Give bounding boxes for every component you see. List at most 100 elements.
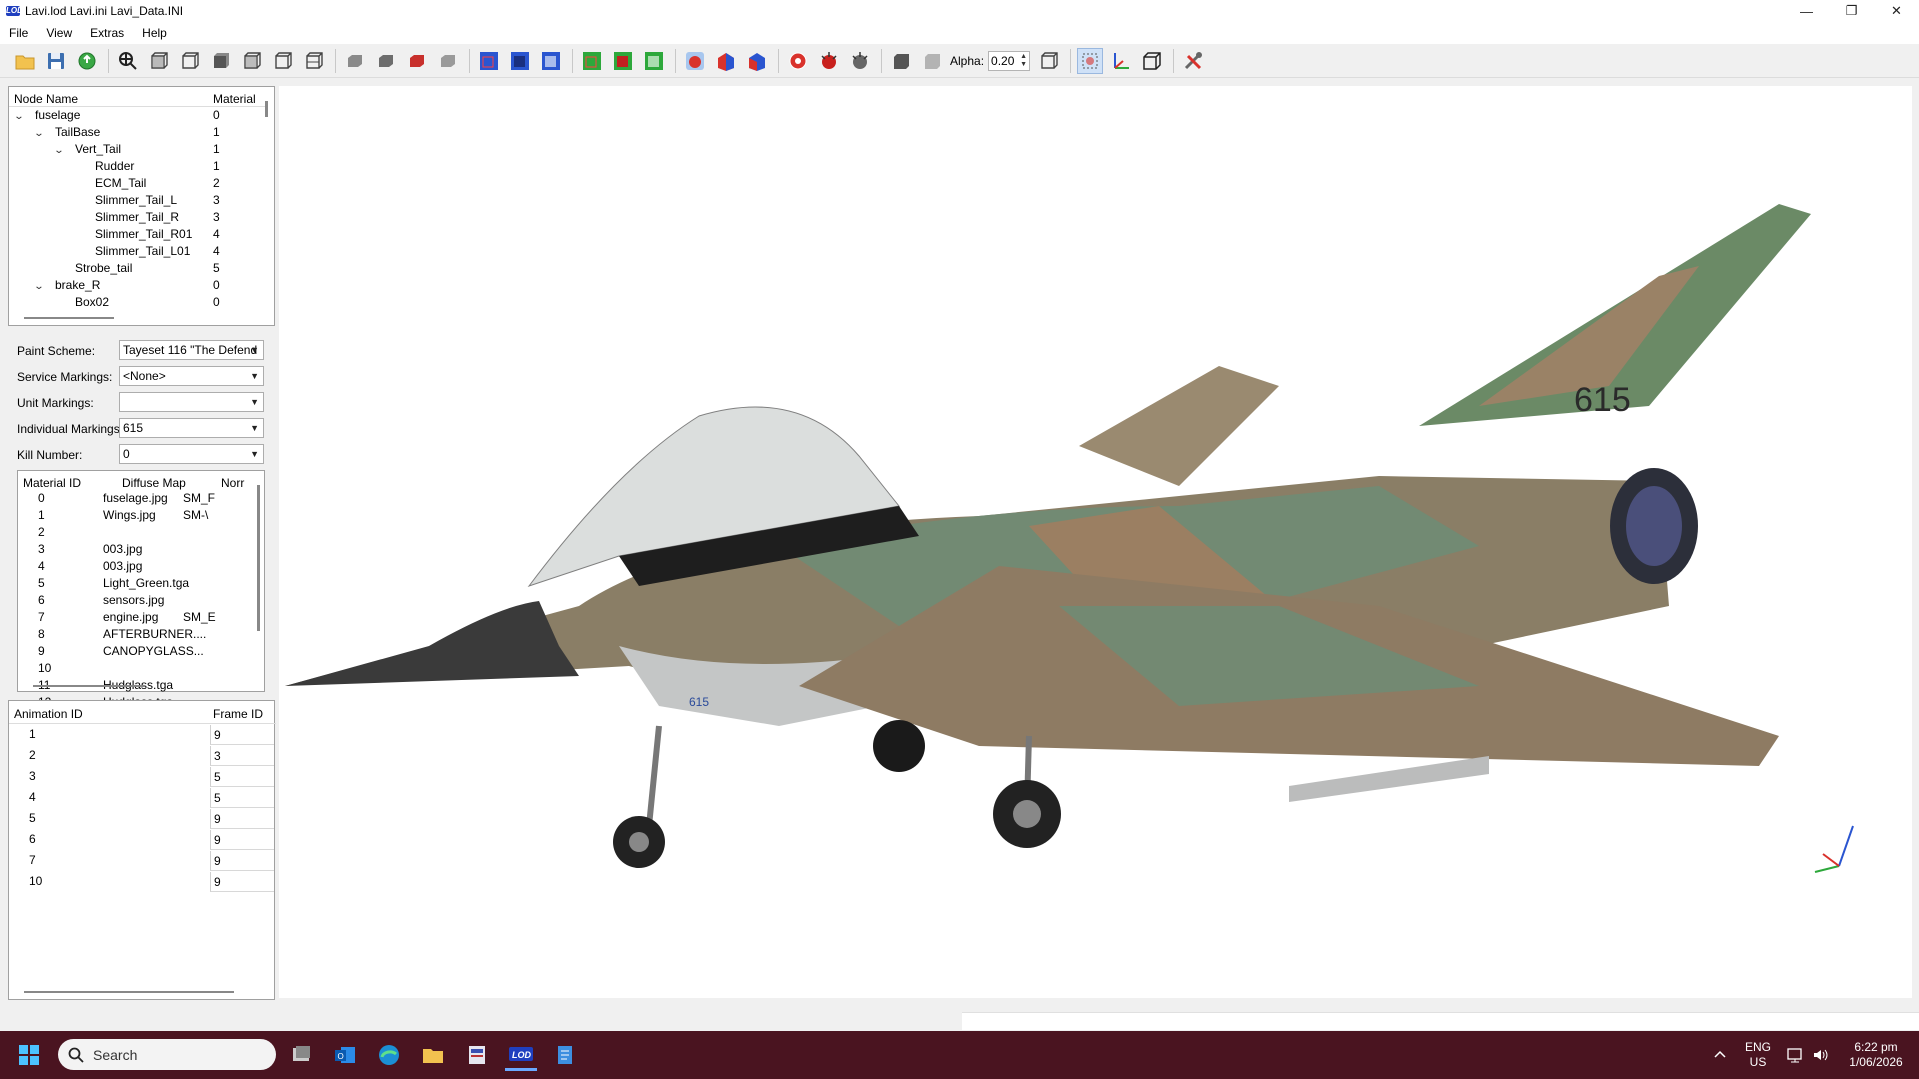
reload-button[interactable] (74, 48, 100, 74)
menu-help[interactable]: Help (133, 26, 176, 40)
frame-id-field[interactable]: 9 (210, 809, 274, 829)
shade-2-button[interactable] (373, 48, 399, 74)
diffuse-map-cell[interactable]: CANOPYGLASS... (103, 643, 204, 660)
tree-node[interactable]: Rudder (75, 158, 134, 175)
diffuse-map-cell[interactable]: Light_Green.tga (103, 575, 189, 592)
edge-button[interactable] (373, 1039, 405, 1071)
tree-node[interactable]: Strobe_tail (55, 260, 132, 277)
view-box-2-button[interactable] (177, 48, 203, 74)
blue-view-3-button[interactable] (538, 48, 564, 74)
individual-markings-select[interactable]: 615 ▼ (119, 418, 264, 438)
green-view-1-button[interactable] (579, 48, 605, 74)
tree-node[interactable]: ⌄ fuselage (14, 107, 81, 125)
menu-file[interactable]: File (0, 26, 37, 40)
transparent-box-button[interactable] (919, 48, 945, 74)
volume-icon[interactable] (1812, 1047, 1830, 1063)
tree-node[interactable]: Slimmer_Tail_L (75, 192, 177, 209)
tree-node[interactable]: ⌄ TailBase (34, 124, 101, 142)
frame-id-field[interactable]: 3 (210, 746, 274, 766)
menu-view[interactable]: View (37, 26, 81, 40)
material-id-cell[interactable]: 6 (38, 592, 45, 609)
unit-markings-select[interactable]: ▼ (119, 392, 264, 412)
material-id-cell[interactable]: 2 (38, 524, 45, 541)
axes-button[interactable] (1108, 48, 1134, 74)
paint-scheme-select[interactable]: Tayeset 116 "The Defend ▼ (119, 340, 264, 360)
animation-horizontal-scrollbar[interactable] (24, 991, 234, 993)
material-id-cell[interactable]: 4 (38, 558, 45, 575)
frame-id-header[interactable]: Frame ID (213, 707, 263, 721)
chevron-down-icon[interactable]: ⌄ (54, 142, 67, 159)
frame-id-field[interactable]: 9 (210, 872, 274, 892)
light-2-button[interactable] (816, 48, 842, 74)
diffuse-map-cell[interactable]: Wings.jpg (103, 507, 156, 524)
notepad-button[interactable] (549, 1039, 581, 1071)
tree-node[interactable]: ⌄ Vert_Tail (54, 141, 122, 159)
settings-tools-button[interactable] (1180, 48, 1206, 74)
chevron-down-icon[interactable]: ⌄ (34, 278, 47, 295)
shade-4-button[interactable] (435, 48, 461, 74)
3d-viewport[interactable]: 615 615 (279, 86, 1912, 998)
diffuse-map-cell[interactable]: 003.jpg (103, 541, 142, 558)
frame-id-field[interactable]: 9 (210, 830, 274, 850)
normal-map-cell[interactable]: SM-\ (183, 507, 208, 524)
green-view-3-button[interactable] (641, 48, 667, 74)
chevron-down-icon[interactable]: ⌄ (14, 108, 27, 125)
view-box-3-button[interactable] (208, 48, 234, 74)
materials-vertical-scrollbar[interactable] (257, 485, 260, 631)
green-view-2-button[interactable] (610, 48, 636, 74)
shade-3-button[interactable] (404, 48, 430, 74)
tree-node[interactable]: Box02 (55, 294, 109, 311)
material-id-cell[interactable]: 5 (38, 575, 45, 592)
restore-button[interactable]: ❐ (1829, 0, 1874, 22)
app-window-button[interactable] (461, 1039, 493, 1071)
blue-view-2-button[interactable] (507, 48, 533, 74)
clock[interactable]: 6:22 pm 1/06/2026 (1840, 1040, 1912, 1070)
view-box-1-button[interactable] (146, 48, 172, 74)
tree-vertical-scrollbar[interactable] (265, 101, 268, 117)
light-3-button[interactable] (847, 48, 873, 74)
minimize-button[interactable]: — (1784, 0, 1829, 22)
chevron-down-icon[interactable]: ⌄ (34, 125, 47, 142)
frame-id-field[interactable]: 9 (210, 725, 274, 745)
material-id-cell[interactable]: 1 (38, 507, 45, 524)
material-id-cell[interactable]: 8 (38, 626, 45, 643)
tree-node[interactable]: ⌄ brake_R (34, 277, 101, 295)
tree-node[interactable]: ECM_Tail (75, 175, 146, 192)
outlook-button[interactable]: O (329, 1039, 361, 1071)
alpha-spinbox[interactable]: 0.20 ▲ ▼ (988, 50, 1031, 71)
material-id-header[interactable]: Material ID (23, 476, 81, 490)
material-header[interactable]: Material (213, 92, 256, 106)
frame-box-button[interactable] (1036, 48, 1062, 74)
material-id-cell[interactable]: 7 (38, 609, 45, 626)
diffuse-map-cell[interactable]: engine.jpg (103, 609, 158, 626)
file-explorer-button[interactable] (417, 1039, 449, 1071)
tree-node[interactable]: Slimmer_Tail_L01 (75, 243, 190, 260)
service-markings-select[interactable]: <None> ▼ (119, 366, 264, 386)
diffuse-map-cell[interactable]: sensors.jpg (103, 592, 164, 609)
material-id-cell[interactable]: 3 (38, 541, 45, 558)
box-outline-button[interactable] (1139, 48, 1165, 74)
language-indicator[interactable]: ENG US (1745, 1040, 1771, 1070)
view-box-5-button[interactable] (270, 48, 296, 74)
diffuse-map-cell[interactable]: AFTERBURNER.... (103, 626, 206, 643)
zoom-fit-button[interactable] (115, 48, 141, 74)
tree-node[interactable]: Slimmer_Tail_R01 (75, 226, 192, 243)
spin-arrows-icon[interactable]: ▲ ▼ (1020, 53, 1027, 69)
tree-horizontal-scrollbar[interactable] (24, 317, 114, 319)
normal-map-header[interactable]: Norr (221, 476, 244, 490)
chevron-up-icon[interactable] (1713, 1049, 1727, 1059)
lod-viewer-button[interactable]: LOD (505, 1039, 537, 1071)
diffuse-map-cell[interactable]: 003.jpg (103, 558, 142, 575)
blue-view-1-button[interactable] (476, 48, 502, 74)
render-2-button[interactable] (713, 48, 739, 74)
menu-extras[interactable]: Extras (81, 26, 133, 40)
materials-horizontal-scrollbar[interactable] (33, 685, 145, 687)
diffuse-map-cell[interactable]: fuselage.jpg (103, 490, 168, 507)
frame-id-field[interactable]: 5 (210, 788, 274, 808)
material-id-cell[interactable]: 0 (38, 490, 45, 507)
task-view-button[interactable] (285, 1039, 317, 1071)
close-button[interactable]: ✕ (1874, 0, 1919, 22)
bbox-toggle-button[interactable] (1077, 47, 1104, 74)
solid-box-button[interactable] (888, 48, 914, 74)
windows-start-icon[interactable] (18, 1044, 40, 1066)
